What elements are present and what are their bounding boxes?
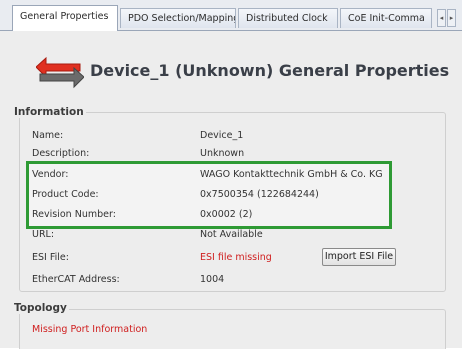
url-label: URL:	[32, 229, 55, 240]
vendor-label: Vendor:	[32, 169, 69, 180]
product-code-label: Product Code:	[32, 189, 99, 200]
topology-group-title: Topology	[12, 302, 69, 314]
url-value: Not Available	[200, 229, 263, 240]
tab-general-properties[interactable]: General Properties	[12, 5, 118, 31]
name-value: Device_1	[200, 130, 244, 141]
ethercat-address-value: 1004	[200, 274, 225, 285]
tab-scroll-right-icon[interactable]: ▸	[447, 9, 456, 27]
page-title: Device_1 (Unknown) General Properties	[90, 61, 450, 80]
tab-scroll-left-icon[interactable]: ◂	[437, 9, 446, 27]
revision-number-label: Revision Number:	[32, 209, 116, 220]
tab-distributed-clock[interactable]: Distributed Clock	[238, 8, 338, 28]
vendor-value: WAGO Kontakttechnik GmbH & Co. KG	[200, 169, 383, 180]
product-code-value: 0x7500354 (122684244)	[200, 189, 319, 200]
tab-coe-init-commands[interactable]: CoE Init-Comma	[340, 8, 432, 28]
revision-number-value: 0x0002 (2)	[200, 209, 253, 220]
information-group-title: Information	[12, 106, 86, 118]
ethercat-address-label: EtherCAT Address:	[32, 274, 120, 285]
import-esi-file-button[interactable]: Import ESI File	[322, 248, 396, 266]
topology-missing-port-message: Missing Port Information	[32, 324, 148, 335]
tab-pdo-selection-mapping[interactable]: PDO Selection/Mapping	[120, 8, 236, 28]
description-label: Description:	[32, 148, 90, 159]
arrows-red-gray-icon	[35, 55, 85, 89]
esi-file-status: ESI file missing	[200, 252, 272, 263]
description-value: Unknown	[200, 148, 245, 159]
name-label: Name:	[32, 130, 64, 141]
tab-bar: General Properties PDO Selection/Mapping…	[0, 0, 462, 31]
esi-file-label: ESI File:	[32, 252, 69, 263]
